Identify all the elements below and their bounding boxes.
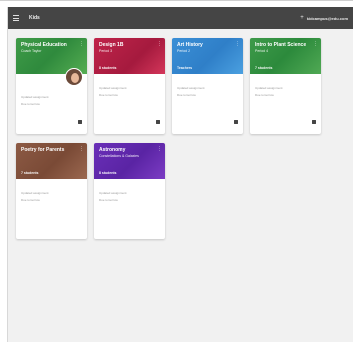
- more-options-icon[interactable]: ⋮: [157, 42, 162, 47]
- class-count: 8 students: [99, 66, 117, 70]
- screen: Kids + kidcampus@edu.com Physical Educat…: [0, 0, 353, 342]
- class-meta: Due tomorrow: [177, 93, 196, 97]
- class-count: 7 students: [255, 66, 273, 70]
- class-title[interactable]: Design 1B: [99, 42, 160, 48]
- app-bar: Kids + kidcampus@edu.com: [8, 7, 353, 29]
- class-card[interactable]: Intro to Plant Science Period 4 7 studen…: [250, 38, 321, 134]
- more-options-icon[interactable]: ⋮: [235, 42, 240, 47]
- class-title[interactable]: Astronomy: [99, 147, 160, 153]
- more-options-icon[interactable]: ⋮: [79, 42, 84, 47]
- menu-icon[interactable]: [13, 7, 27, 29]
- folder-icon[interactable]: [156, 120, 160, 124]
- folder-icon[interactable]: [312, 120, 316, 124]
- class-card-body: Updated assignment Due tomorrow: [16, 179, 87, 202]
- class-title[interactable]: Art History: [177, 42, 238, 48]
- app-title: Kids: [29, 15, 40, 21]
- class-title[interactable]: Intro to Plant Science: [255, 42, 316, 48]
- class-meta: Due tomorrow: [99, 198, 118, 202]
- class-count: 7 students: [21, 171, 39, 175]
- more-options-icon[interactable]: ⋮: [157, 147, 162, 152]
- more-options-icon[interactable]: ⋮: [79, 147, 84, 152]
- class-subtitle: Period 2: [177, 49, 191, 53]
- class-subtitle: Constellations & Galaxies: [99, 154, 139, 158]
- class-subtitle: Coach Taylor: [21, 49, 42, 53]
- class-meta: Updated assignment: [99, 86, 127, 90]
- classroom-page: Kids + kidcampus@edu.com Physical Educat…: [7, 7, 353, 342]
- class-card-header[interactable]: Poetry for Parents 7 students ⋮: [16, 143, 87, 179]
- class-subtitle: Period 3: [99, 49, 113, 53]
- class-card-header[interactable]: Art History Period 2 Teachers ⋮: [172, 38, 243, 74]
- class-meta: Updated assignment: [21, 95, 49, 99]
- class-card[interactable]: Design 1B Period 3 8 students ⋮ Updated …: [94, 38, 165, 134]
- class-meta: Updated assignment: [99, 191, 127, 195]
- class-meta: Updated assignment: [177, 86, 205, 90]
- class-meta: Updated assignment: [255, 86, 283, 90]
- class-card-header[interactable]: Astronomy Constellations & Galaxies 8 st…: [94, 143, 165, 179]
- more-options-icon[interactable]: ⋮: [313, 42, 318, 47]
- class-card[interactable]: Poetry for Parents 7 students ⋮ Updated …: [16, 143, 87, 239]
- class-subtitle: Period 4: [255, 49, 269, 53]
- class-card-body: Updated assignment Due tomorrow: [94, 74, 165, 97]
- class-card-body: Updated assignment Due tomorrow: [94, 179, 165, 202]
- class-card-body: Updated assignment Due tomorrow: [250, 74, 321, 97]
- class-card-body: Updated assignment Due tomorrow: [172, 74, 243, 97]
- class-count: Teachers: [177, 66, 193, 70]
- class-count: 8 students: [99, 171, 117, 175]
- class-title[interactable]: Physical Education: [21, 42, 82, 48]
- class-meta: Due tomorrow: [21, 102, 40, 106]
- class-card[interactable]: Astronomy Constellations & Galaxies 8 st…: [94, 143, 165, 239]
- add-class-icon[interactable]: +: [300, 15, 304, 21]
- class-title[interactable]: Poetry for Parents: [21, 147, 82, 153]
- class-card[interactable]: Physical Education Coach Taylor ⋮ Update…: [16, 38, 87, 134]
- class-meta: Due tomorrow: [255, 93, 274, 97]
- class-meta: Due tomorrow: [21, 198, 40, 202]
- folder-icon[interactable]: [78, 120, 82, 124]
- teacher-avatar: [65, 68, 83, 86]
- class-card[interactable]: Art History Period 2 Teachers ⋮ Updated …: [172, 38, 243, 134]
- account-email[interactable]: kidcampus@edu.com: [307, 16, 348, 21]
- folder-icon[interactable]: [234, 120, 238, 124]
- class-card-header[interactable]: Design 1B Period 3 8 students ⋮: [94, 38, 165, 74]
- class-card-header[interactable]: Intro to Plant Science Period 4 7 studen…: [250, 38, 321, 74]
- class-meta: Updated assignment: [21, 191, 49, 195]
- class-meta: Due tomorrow: [99, 93, 118, 97]
